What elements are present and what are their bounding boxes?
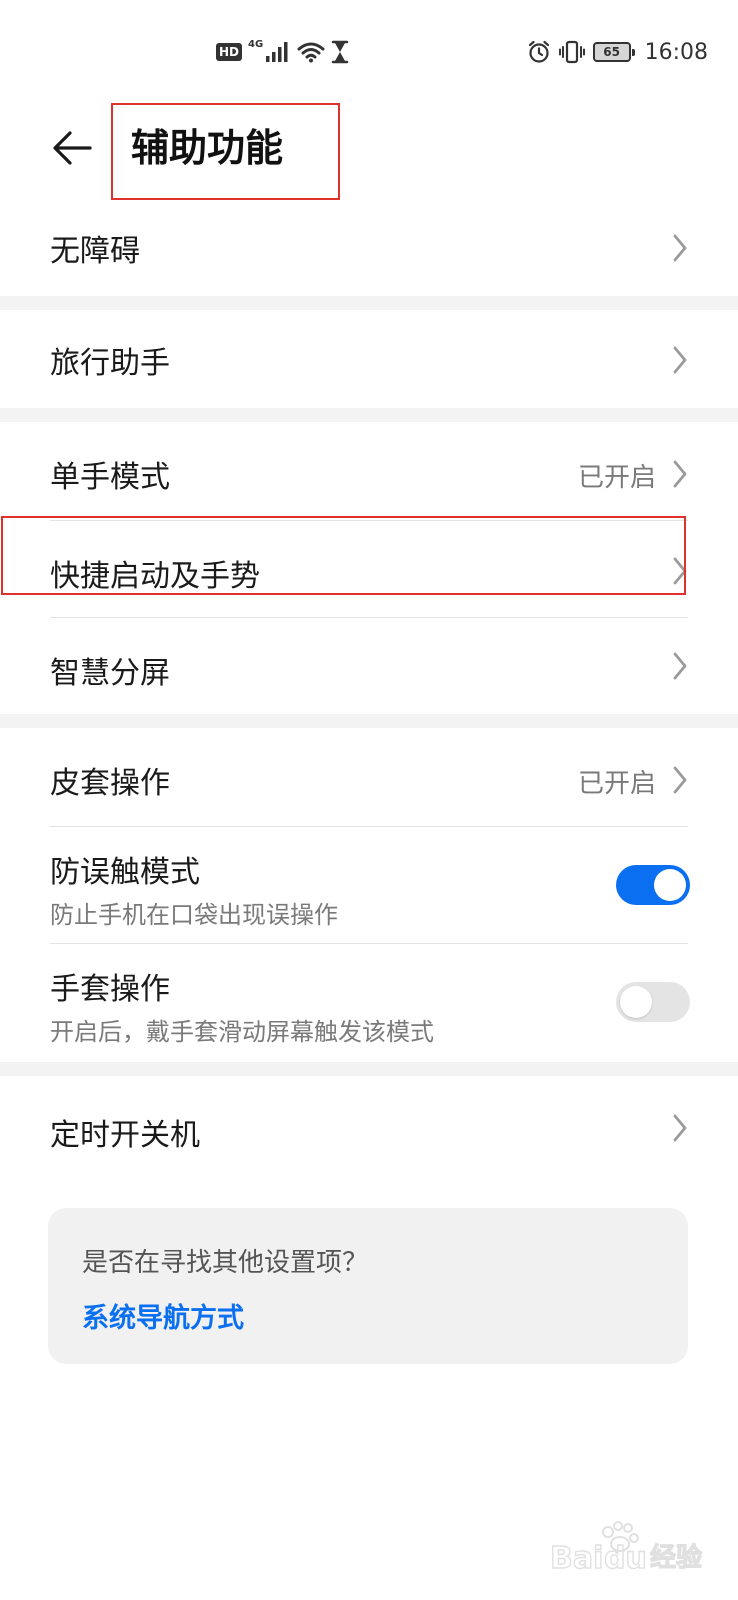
svg-text:Bai: Bai: [550, 1541, 603, 1576]
list-item-accidental-touch-mode: 防误触模式 防止手机在口袋出现误操作: [0, 827, 738, 943]
list-item-scheduled-power[interactable]: 定时开关机: [0, 1076, 738, 1180]
chevron-right-icon: [673, 346, 687, 374]
chevron-right-icon: [673, 1114, 687, 1142]
list-item-accessibility[interactable]: 无障碍: [0, 200, 738, 296]
glove-mode-toggle[interactable]: [616, 982, 690, 1022]
hd-badge: HD: [216, 43, 243, 61]
group-separator: [0, 1062, 738, 1076]
list-item-smart-split-screen[interactable]: 智慧分屏: [0, 618, 738, 714]
battery-level: 65: [603, 45, 620, 59]
list-item-cover-operation[interactable]: 皮套操作 已开启: [0, 728, 738, 826]
list-item-title: 快捷启动及手势: [50, 559, 260, 594]
chevron-right-icon: [673, 766, 687, 794]
chevron-right-icon: [673, 652, 687, 680]
list-item-title: 皮套操作: [50, 766, 170, 801]
system-navigation-link[interactable]: 系统导航方式: [82, 1296, 244, 1335]
status-time: 16:08: [644, 39, 708, 65]
suggestion-card: 是否在寻找其他设置项？ 系统导航方式: [48, 1208, 688, 1364]
battery-icon: 65: [592, 42, 635, 62]
wifi-icon: [297, 42, 325, 63]
status-indicators: HD 4G: [216, 38, 349, 66]
status-value: 已开启: [577, 769, 656, 799]
header: 辅助功能: [0, 104, 738, 200]
network-type-label: 4G: [248, 38, 264, 50]
group-separator: [0, 408, 738, 422]
list-item-subtitle: 防止手机在口袋出现误操作: [50, 901, 338, 929]
status-bar: HD 4G 65 16:08: [0, 0, 738, 104]
toggle-knob: [620, 986, 652, 1018]
page-title: 辅助功能: [131, 126, 284, 170]
chevron-right-icon: [673, 460, 687, 488]
group-separator: [0, 296, 738, 310]
baidu-jingyan-watermark-logo: Bai du 经验: [549, 1521, 703, 1577]
list-item-title: 智慧分屏: [50, 656, 170, 691]
vibrate-icon: [558, 40, 585, 64]
arrow-left-icon: [53, 131, 92, 165]
back-button[interactable]: [46, 122, 98, 174]
chevron-right-icon: [673, 557, 687, 585]
suggestion-question: 是否在寻找其他设置项？: [82, 1248, 369, 1278]
chevron-right-icon: [673, 234, 687, 262]
status-right-group: 65 16:08: [527, 34, 708, 70]
accidental-touch-toggle[interactable]: [616, 865, 690, 905]
status-value: 已开启: [577, 463, 656, 493]
list-item-title: 定时开关机: [50, 1118, 200, 1153]
svg-text:经验: 经验: [650, 1542, 702, 1573]
list-item-subtitle: 开启后，戴手套滑动屏幕触发该模式: [50, 1018, 434, 1046]
list-item-glove-mode: 手套操作 开启后，戴手套滑动屏幕触发该模式: [0, 944, 738, 1062]
group-separator: [0, 714, 738, 728]
toggle-knob: [654, 869, 686, 901]
list-item-title: 防误触模式: [50, 855, 200, 890]
list-item-title: 无障碍: [50, 234, 140, 269]
alarm-clock-icon: [528, 40, 549, 63]
list-item-title: 手套操作: [50, 972, 170, 1007]
list-item-shortcuts-and-gestures[interactable]: 快捷启动及手势: [0, 521, 738, 617]
list-item-one-handed-mode[interactable]: 单手模式 已开启: [0, 422, 738, 520]
hourglass-icon: [331, 40, 349, 64]
list-item-travel-assistant[interactable]: 旅行助手: [0, 310, 738, 408]
list-item-title: 单手模式: [50, 460, 170, 495]
svg-text:du: du: [604, 1541, 647, 1576]
list-item-title: 旅行助手: [50, 346, 170, 381]
signal-bars-icon: [266, 42, 288, 62]
